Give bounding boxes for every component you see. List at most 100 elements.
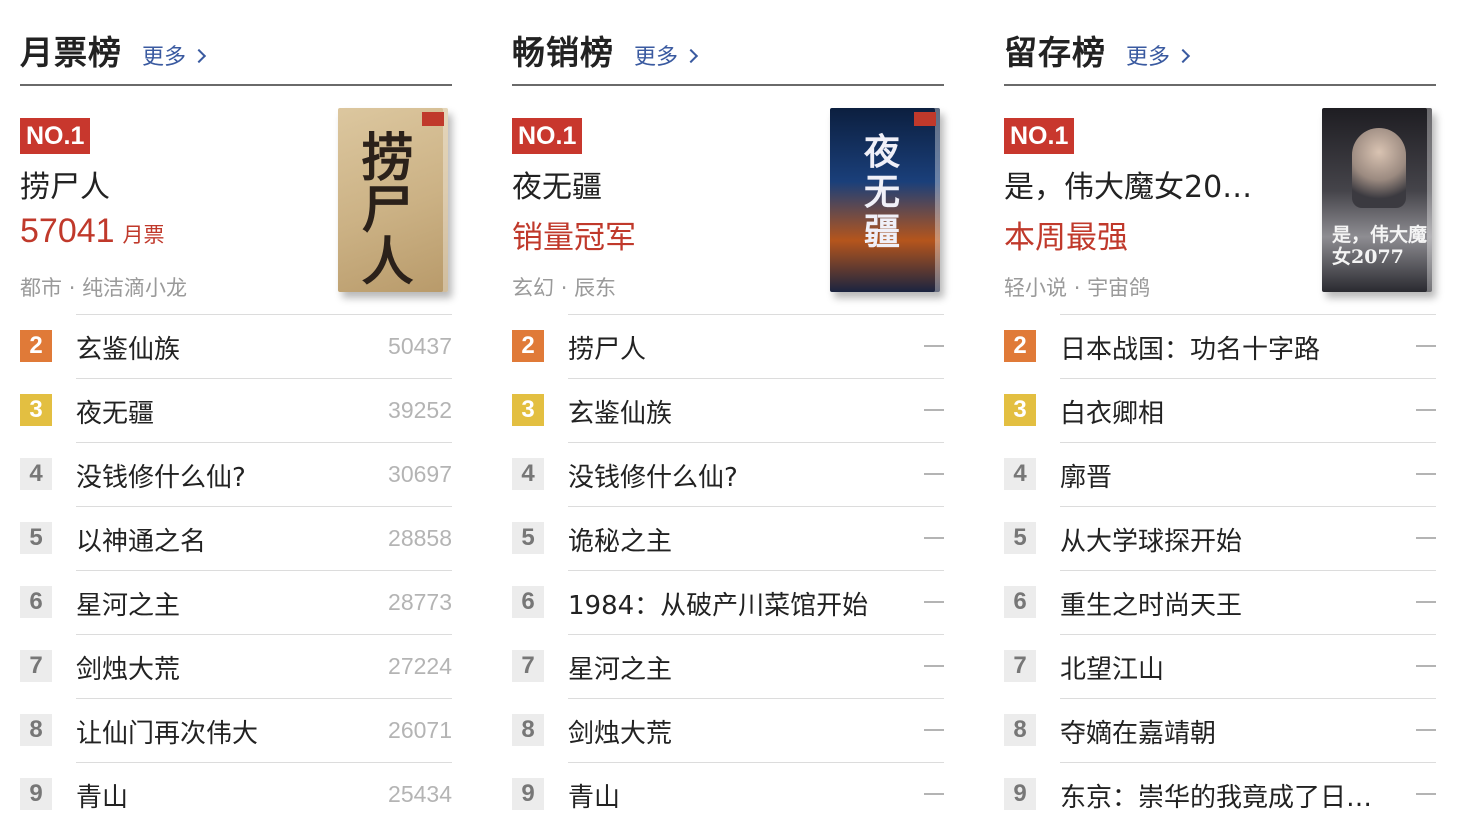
rank-badge: 5 [512, 522, 544, 554]
top-book-stat: 本周最强 [1004, 212, 1128, 257]
more-link[interactable]: 更多 [142, 39, 207, 71]
list-item[interactable]: 9 青山 25434 [20, 762, 452, 823]
book-title[interactable]: 青山 [568, 777, 620, 814]
list-item[interactable]: 8 剑烛大荒 [512, 698, 944, 762]
book-title[interactable]: 剑烛大荒 [568, 713, 672, 750]
list-item[interactable]: 9 东京：崇华的我竟成了日… [1004, 762, 1436, 823]
more-label: 更多 [634, 45, 679, 70]
book-title[interactable]: 捞尸人 [568, 329, 646, 366]
rank-badge: 4 [1004, 458, 1036, 490]
book-title[interactable]: 廓晋 [1060, 457, 1112, 494]
list-item[interactable]: 3 夜无疆 39252 [20, 378, 452, 442]
ticket-count: 25434 [388, 781, 452, 807]
book-title[interactable]: 以神通之名 [76, 521, 206, 558]
list-item[interactable]: 7 星河之主 [512, 634, 944, 698]
rank-badge: 9 [20, 778, 52, 810]
rank-badge: 6 [1004, 586, 1036, 618]
list-item[interactable]: 2 捞尸人 [512, 314, 944, 378]
list-item[interactable]: 2 日本战国：功名十字路 [1004, 314, 1436, 378]
book-title[interactable]: 玄鉴仙族 [76, 329, 180, 366]
top-book-title[interactable]: 夜无疆 [512, 162, 602, 206]
book-title[interactable]: 重生之时尚天王 [1060, 585, 1242, 622]
column-title: 留存榜 [1004, 33, 1106, 72]
list-item[interactable]: 4 廓晋 [1004, 442, 1436, 506]
list-item[interactable]: 7 北望江山 [1004, 634, 1436, 698]
top-book-ticket-count: 57041 [20, 212, 115, 250]
top-book-genre[interactable]: 玄幻 [512, 276, 554, 300]
book-title[interactable]: 从大学球探开始 [1060, 521, 1242, 558]
top-book-author[interactable]: 宇宙鸽 [1087, 276, 1150, 300]
list-item[interactable]: 7 剑烛大荒 27224 [20, 634, 452, 698]
book-cover-image[interactable]: 夜无疆 [830, 108, 940, 292]
list-item[interactable]: 2 玄鉴仙族 50437 [20, 314, 452, 378]
book-cover-image[interactable]: 是，伟大魔女2077 [1322, 108, 1432, 292]
top-book-title[interactable]: 捞尸人 [20, 162, 110, 206]
cover-title-art: 是，伟大魔女2077 [1332, 224, 1428, 268]
book-title[interactable]: 1984：从破产川菜馆开始 [568, 585, 868, 622]
ranking-list: 2 捞尸人 3 玄鉴仙族 4 没钱修什么仙? 5 诡秘之主 6 1984：从破产川菜馆开始… [512, 314, 944, 823]
book-title[interactable]: 没钱修什么仙? [568, 457, 738, 494]
dash-placeholder [1416, 729, 1436, 731]
dash-placeholder [924, 793, 944, 795]
book-title[interactable]: 没钱修什么仙? [76, 457, 246, 494]
column-title: 畅销榜 [512, 33, 614, 72]
list-item[interactable]: 8 夺嫡在嘉靖朝 [1004, 698, 1436, 762]
top-book-stat: 57041 月票 [20, 212, 165, 251]
book-cover-image[interactable]: 捞尸人 [338, 108, 448, 292]
ticket-count: 30697 [388, 461, 452, 487]
book-title[interactable]: 白衣卿相 [1060, 393, 1164, 430]
list-item[interactable]: 6 1984：从破产川菜馆开始 [512, 570, 944, 634]
column-header: 留存榜 更多 [1004, 28, 1436, 86]
more-link[interactable]: 更多 [634, 39, 699, 71]
list-item[interactable]: 8 让仙门再次伟大 26071 [20, 698, 452, 762]
top-book-genre[interactable]: 轻小说 [1004, 276, 1067, 300]
dash-placeholder [924, 537, 944, 539]
book-title[interactable]: 夜无疆 [76, 393, 154, 430]
book-title[interactable]: 日本战国：功名十字路 [1060, 329, 1320, 366]
book-title[interactable]: 东京：崇华的我竟成了日… [1060, 777, 1372, 814]
book-title[interactable]: 玄鉴仙族 [568, 393, 672, 430]
meta-separator: · [68, 276, 76, 300]
dash-placeholder [924, 345, 944, 347]
top-book-card[interactable]: NO.1 夜无疆 销量冠军 玄幻 · 辰东 夜无疆 [512, 88, 944, 314]
book-title[interactable]: 让仙门再次伟大 [76, 713, 258, 750]
list-item[interactable]: 4 没钱修什么仙? [512, 442, 944, 506]
list-item[interactable]: 3 白衣卿相 [1004, 378, 1436, 442]
list-item[interactable]: 3 玄鉴仙族 [512, 378, 944, 442]
top-book-stat: 销量冠军 [512, 212, 636, 257]
book-title[interactable]: 星河之主 [76, 585, 180, 622]
dash-placeholder [924, 601, 944, 603]
top-book-title[interactable]: 是，伟大魔女20… [1004, 162, 1252, 206]
top-book-genre[interactable]: 都市 [20, 276, 62, 300]
top-book-author[interactable]: 辰东 [574, 276, 616, 300]
more-link[interactable]: 更多 [1126, 39, 1191, 71]
list-item[interactable]: 9 青山 [512, 762, 944, 823]
list-item[interactable]: 5 诡秘之主 [512, 506, 944, 570]
book-title[interactable]: 星河之主 [568, 649, 672, 686]
book-title[interactable]: 北望江山 [1060, 649, 1164, 686]
column-header: 月票榜 更多 [20, 28, 452, 86]
book-title[interactable]: 剑烛大荒 [76, 649, 180, 686]
chevron-right-icon [191, 48, 207, 64]
rank-badge: 9 [512, 778, 544, 810]
list-item[interactable]: 5 从大学球探开始 [1004, 506, 1436, 570]
rank-badge: 2 [1004, 330, 1036, 362]
rank-badge: 8 [1004, 714, 1036, 746]
list-item[interactable]: 4 没钱修什么仙? 30697 [20, 442, 452, 506]
column-header: 畅销榜 更多 [512, 28, 944, 86]
list-item[interactable]: 6 星河之主 28773 [20, 570, 452, 634]
book-title[interactable]: 青山 [76, 777, 128, 814]
book-title[interactable]: 诡秘之主 [568, 521, 672, 558]
meta-separator: · [560, 276, 568, 300]
top-book-author[interactable]: 纯洁滴小龙 [82, 276, 187, 300]
ticket-count: 39252 [388, 397, 452, 423]
list-item[interactable]: 5 以神通之名 28858 [20, 506, 452, 570]
rank-badge: 4 [512, 458, 544, 490]
ticket-count: 26071 [388, 717, 452, 743]
cover-figure-art [1352, 128, 1406, 208]
top-book-card[interactable]: NO.1 是，伟大魔女20… 本周最强 轻小说 · 宇宙鸽 是，伟大魔女2077 [1004, 88, 1436, 314]
book-title[interactable]: 夺嫡在嘉靖朝 [1060, 713, 1216, 750]
rank-badge: 4 [20, 458, 52, 490]
list-item[interactable]: 6 重生之时尚天王 [1004, 570, 1436, 634]
top-book-card[interactable]: NO.1 捞尸人 57041 月票 都市 · 纯洁滴小龙 捞尸人 [20, 88, 452, 314]
